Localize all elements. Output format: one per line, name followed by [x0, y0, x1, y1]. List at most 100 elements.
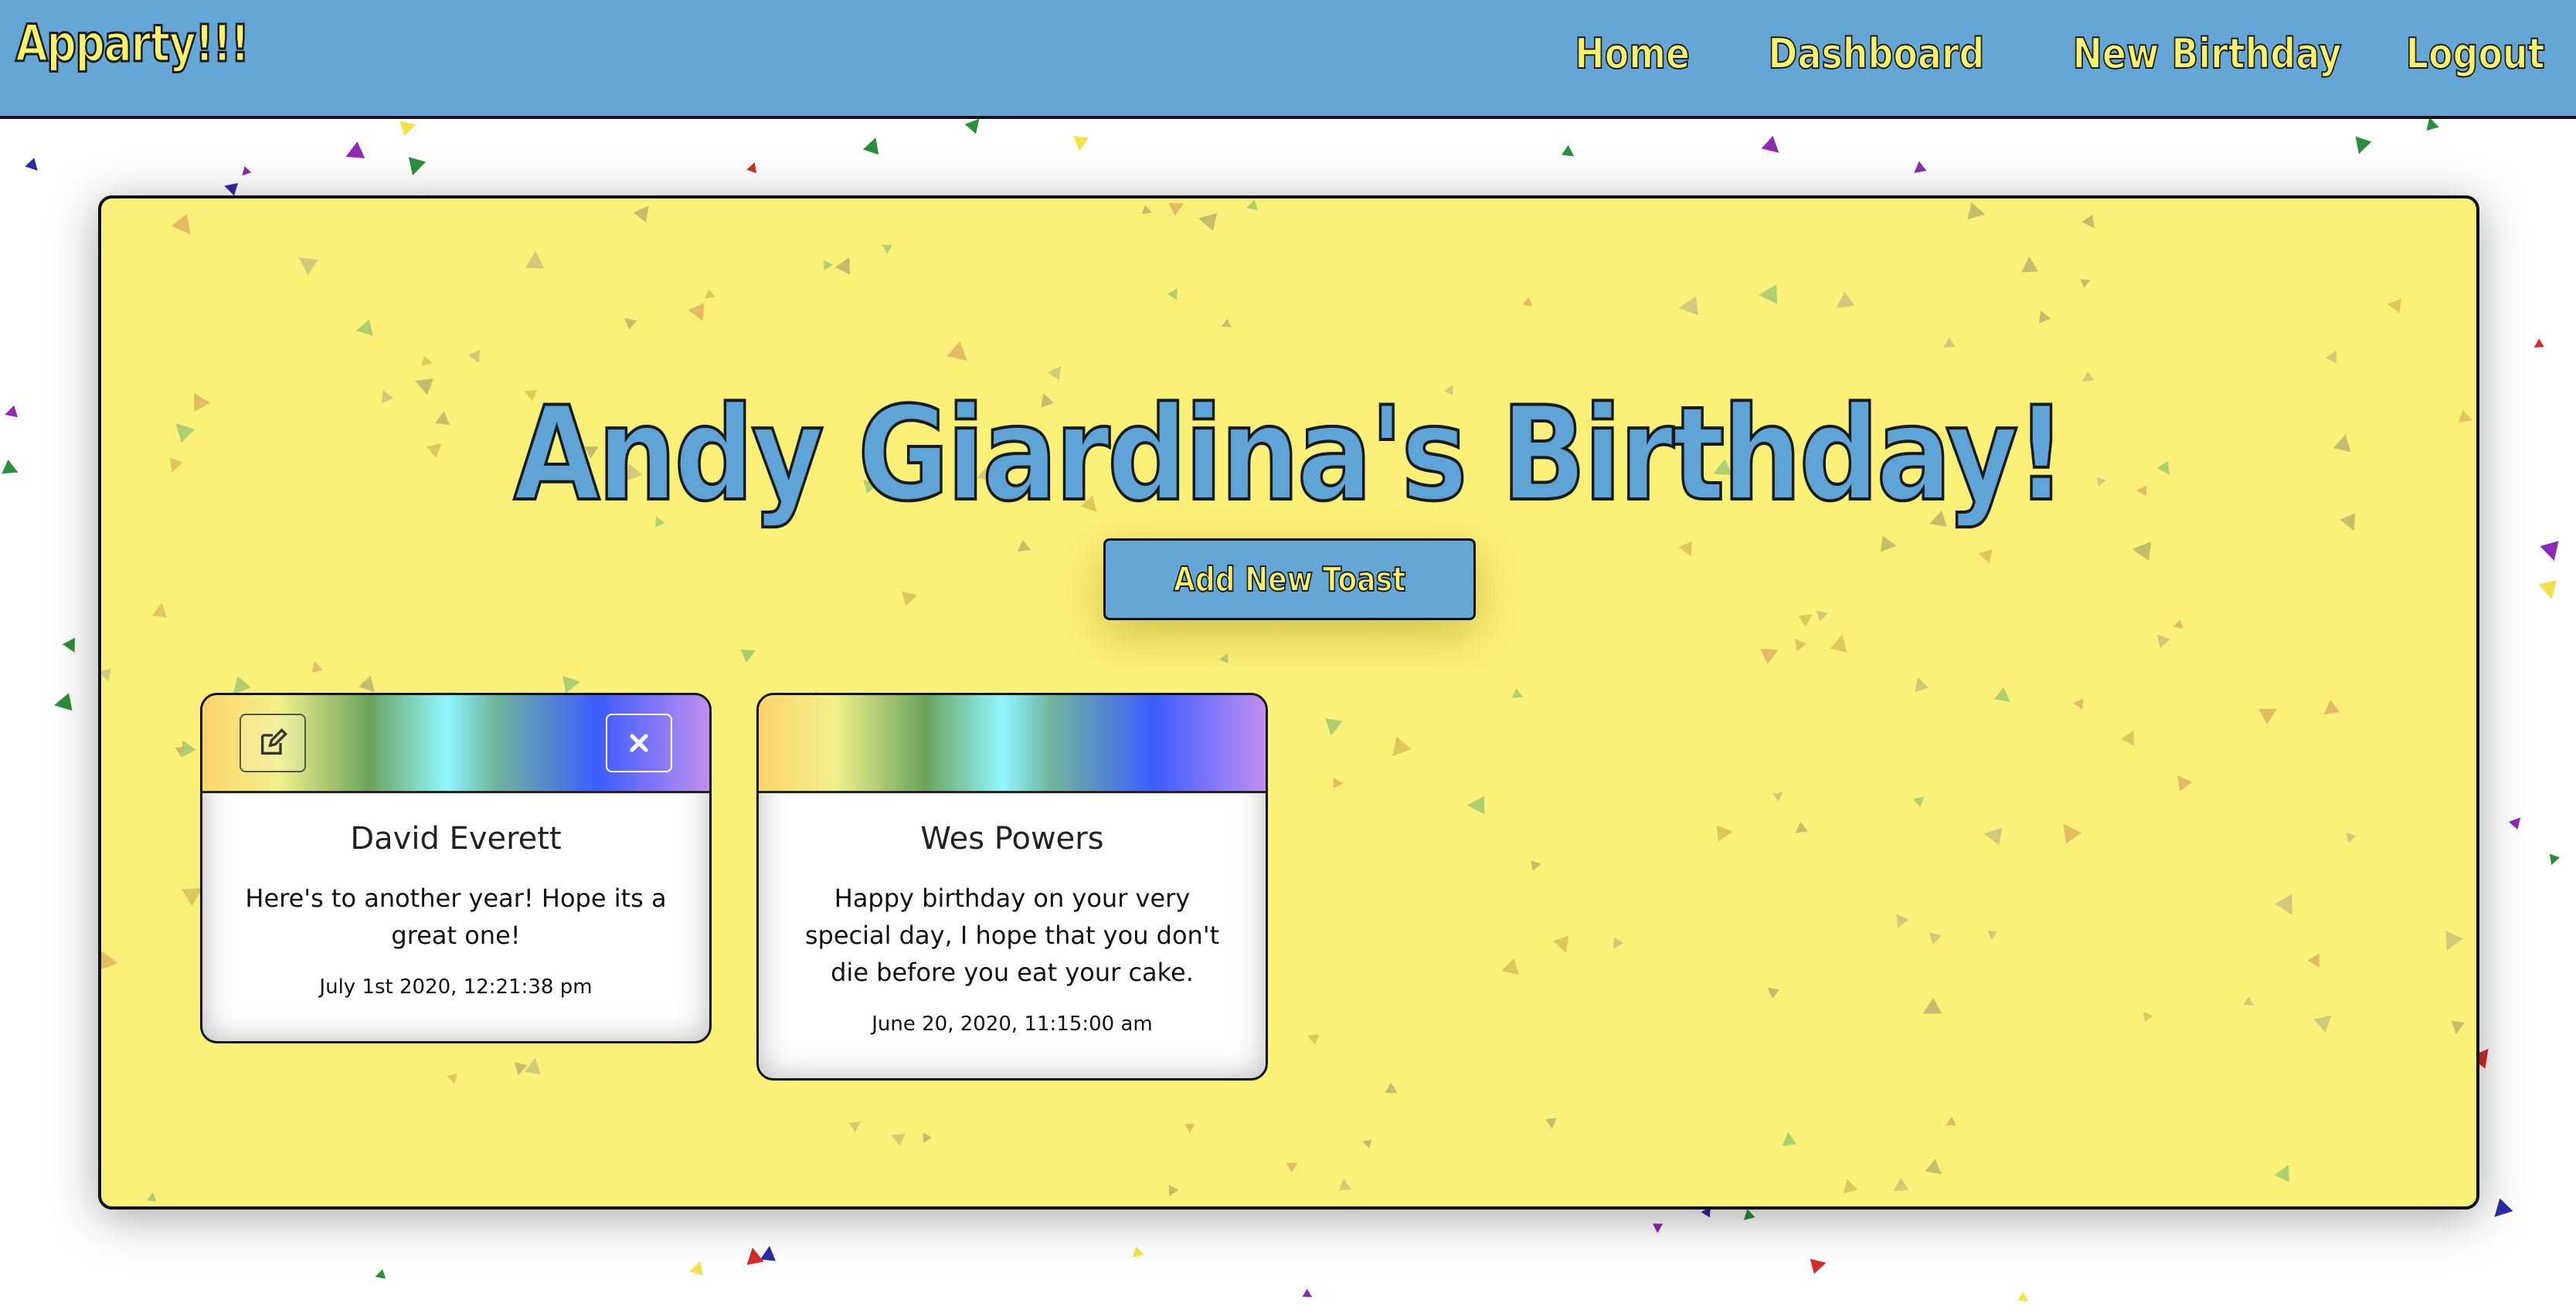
confetti-piece — [2538, 580, 2557, 599]
confetti-piece — [1922, 997, 1942, 1014]
confetti-piece — [298, 257, 319, 275]
nav-link-home[interactable]: Home — [1575, 29, 1691, 79]
confetti-piece — [1561, 144, 1575, 157]
confetti-piece — [1286, 1162, 1298, 1173]
confetti-piece — [1246, 199, 1258, 211]
confetti-piece — [1946, 1116, 1956, 1126]
confetti-piece — [1759, 284, 1778, 304]
confetti-piece — [1772, 792, 1783, 802]
confetti-piece — [421, 355, 433, 366]
confetti-piece — [2082, 214, 2095, 229]
nav-link-new-birthday[interactable]: New Birthday — [2071, 29, 2342, 79]
confetti-piece — [2534, 338, 2544, 348]
confetti-piece — [624, 317, 637, 331]
confetti-piece — [1307, 1034, 1320, 1045]
confetti-piece — [2445, 930, 2463, 951]
page-title: Andy Giardina's Birthday! — [512, 377, 2068, 531]
brand-logo[interactable]: Apparty!!! — [15, 13, 250, 75]
toast-message: Happy birthday on your very special day,… — [804, 884, 1220, 987]
nav-link-logout[interactable]: Logout — [2405, 29, 2545, 79]
confetti-piece — [2346, 833, 2356, 843]
confetti-piece — [2143, 1011, 2153, 1023]
confetti-piece — [2458, 409, 2473, 423]
confetti-piece — [375, 1269, 386, 1279]
confetti-piece — [54, 693, 73, 711]
confetti-piece — [834, 256, 851, 275]
confetti-piece — [2313, 1015, 2332, 1033]
confetti-piece — [946, 341, 967, 361]
confetti-piece — [1993, 687, 2010, 702]
confetti-piece — [1198, 212, 1218, 232]
birthday-card: Andy Giardina's Birthday! Add New Toast … — [98, 195, 2479, 1210]
confetti-piece — [2039, 310, 2051, 324]
confetti-piece — [1531, 860, 1541, 871]
confetti-piece — [2017, 1291, 2029, 1302]
confetti-piece — [1184, 1124, 1195, 1133]
confetti-piece — [1362, 1139, 1372, 1148]
confetti-piece — [2274, 1165, 2289, 1182]
toast-body: David Everett Here's to another year! Ho… — [202, 793, 709, 999]
confetti-piece — [524, 1057, 542, 1075]
confetti-piece — [1073, 136, 1089, 151]
confetti-piece — [408, 157, 427, 176]
toast-message: Here's to another year! Hope its a great… — [245, 884, 667, 950]
confetti-piece — [447, 1073, 457, 1084]
confetti-piece — [2549, 853, 2561, 866]
confetti-piece — [5, 405, 18, 418]
confetti-piece — [760, 1246, 776, 1261]
confetti-piece — [2426, 117, 2439, 131]
toast-date: June 20, 2020, 11:15:00 am — [872, 1013, 1153, 1036]
confetti-piece — [964, 118, 980, 134]
toast-card: Wes Powers Happy birthday on your very s… — [756, 693, 1268, 1081]
toast-header — [759, 695, 1266, 793]
confetti-piece — [2173, 619, 2183, 629]
confetti-piece — [1521, 297, 1533, 307]
confetti-piece — [2275, 894, 2292, 915]
confetti-piece — [1511, 688, 1523, 698]
confetti-piece — [1893, 1177, 1909, 1192]
confetti-piece — [1983, 827, 2003, 846]
confetti-piece — [688, 303, 705, 321]
add-new-toast-button[interactable]: Add New Toast — [1103, 538, 1476, 620]
confetti-piece — [2355, 136, 2372, 154]
confetti-piece — [1925, 1159, 1942, 1175]
confetti-piece — [515, 1062, 528, 1076]
nav-link-dashboard[interactable]: Dashboard — [1768, 29, 1986, 79]
confetti-piece — [2508, 817, 2521, 830]
confetti-piece — [2021, 256, 2039, 273]
confetti-piece — [2121, 730, 2134, 746]
confetti-piece — [1967, 202, 1986, 220]
confetti-piece — [1978, 549, 1993, 565]
confetti-piece — [242, 166, 252, 176]
edit-toast-button[interactable] — [240, 714, 306, 772]
confetti-piece — [146, 1193, 157, 1202]
confetti-piece — [2325, 350, 2336, 364]
confetti-piece — [1141, 205, 1152, 215]
confetti-piece — [882, 244, 892, 254]
confetti-piece — [1761, 135, 1779, 153]
confetti-piece — [233, 676, 251, 694]
confetti-piece — [2132, 541, 2152, 562]
confetti-piece — [923, 1132, 933, 1143]
confetti-piece — [1553, 935, 1569, 953]
toast-date: July 1st 2020, 12:21:38 pm — [319, 975, 593, 999]
confetti-piece — [1929, 931, 1942, 945]
confetti-piece — [824, 260, 834, 270]
confetti-piece — [101, 668, 111, 682]
confetti-piece — [193, 392, 210, 412]
confetti-piece — [1987, 930, 1997, 940]
confetti-piece — [1167, 288, 1178, 300]
delete-toast-button[interactable] — [606, 714, 672, 772]
confetti-piece — [1782, 1131, 1797, 1146]
confetti-piece — [175, 423, 195, 443]
confetti-piece — [2494, 1198, 2513, 1217]
confetti-piece — [1767, 987, 1780, 999]
confetti-piece — [1333, 778, 1344, 789]
confetti-piece — [862, 137, 879, 155]
confetti-piece — [1501, 958, 1519, 975]
confetti-piece — [171, 213, 191, 235]
confetti-piece — [1913, 796, 1925, 807]
confetti-piece — [2387, 298, 2401, 314]
confetti-piece — [1794, 638, 1806, 652]
confetti-piece — [1810, 1258, 1827, 1274]
